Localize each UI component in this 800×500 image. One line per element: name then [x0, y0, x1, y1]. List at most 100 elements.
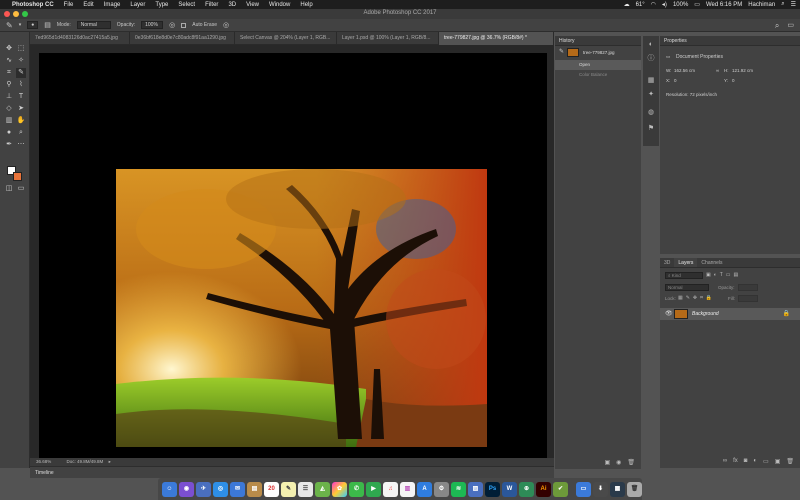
swatches-icon[interactable]: ▦: [646, 76, 656, 86]
layer-filter-icons[interactable]: ▣◐T▭▤: [706, 272, 741, 278]
menu-3d[interactable]: 3D: [228, 2, 236, 8]
preview-icon[interactable]: ▨: [468, 481, 483, 497]
notes-icon[interactable]: ✎: [281, 481, 296, 497]
wifi-icon[interactable]: ◠: [651, 1, 656, 8]
height-value[interactable]: 121.92 cm: [732, 68, 753, 73]
timeline-tab[interactable]: Timeline: [35, 470, 54, 476]
styles-icon[interactable]: ✦: [646, 90, 656, 100]
tab-doc-3[interactable]: Select Canvas @ 204% (Layer 1, RGB...: [235, 32, 337, 45]
3d-icon[interactable]: ◍: [646, 108, 656, 118]
chevron-right-icon[interactable]: ▸: [109, 459, 111, 464]
pressure-opacity-icon[interactable]: ◎: [169, 21, 175, 29]
new-document-from-state-icon[interactable]: ▣: [604, 459, 610, 466]
magic-wand-tool-icon[interactable]: ✧: [16, 56, 26, 66]
menu-edit[interactable]: Edit: [83, 2, 93, 8]
weather-icon[interactable]: ☁: [624, 1, 630, 8]
siri-icon[interactable]: ◉: [179, 481, 194, 497]
tab-channels[interactable]: Channels: [697, 258, 726, 267]
lasso-tool-icon[interactable]: ∿: [4, 56, 14, 66]
volume-icon[interactable]: ◂): [662, 1, 667, 8]
tab-3d[interactable]: 3D: [660, 258, 674, 267]
battery-percent[interactable]: 100%: [673, 2, 688, 8]
illustrator-icon[interactable]: Ai: [536, 481, 551, 497]
reminders-icon[interactable]: ☰: [298, 481, 313, 497]
downloads-icon[interactable]: ⬇: [593, 481, 608, 497]
menu-view[interactable]: View: [246, 2, 259, 8]
notification-icon[interactable]: ☰: [791, 1, 796, 8]
system-preferences-icon[interactable]: ⚙: [434, 481, 449, 497]
calendar-icon[interactable]: 20: [264, 481, 279, 497]
word-icon[interactable]: W: [502, 481, 517, 497]
crop-tool-icon[interactable]: ⌗: [4, 68, 14, 78]
eyedropper-tool-icon[interactable]: ⚲: [4, 80, 14, 90]
contacts-icon[interactable]: ▤: [247, 481, 262, 497]
facetime-icon[interactable]: ▶: [366, 481, 381, 497]
adjustments-icon[interactable]: ◐: [646, 40, 656, 50]
y-value[interactable]: 0: [732, 78, 735, 83]
pen-tool-icon[interactable]: ✒: [4, 140, 14, 150]
spotlight-icon[interactable]: ⌕: [781, 1, 784, 8]
move-tool-icon[interactable]: ✥: [4, 44, 14, 54]
link-icon[interactable]: ∞: [716, 68, 719, 73]
blend-mode-select[interactable]: Normal: [665, 284, 709, 291]
layer-fill-input[interactable]: [738, 295, 758, 302]
marquee-tool-icon[interactable]: ⬚: [16, 44, 26, 54]
messages-icon[interactable]: ✆: [349, 481, 364, 497]
user-name[interactable]: Hachiman: [748, 2, 775, 8]
visibility-eye-icon[interactable]: 👁: [665, 310, 673, 317]
x-value[interactable]: 0: [674, 78, 677, 83]
info-icon[interactable]: ⓘ: [646, 54, 656, 64]
type-tool-icon[interactable]: T: [16, 92, 26, 102]
history-snapshot[interactable]: ✎ tree-779827.jpg: [555, 46, 641, 60]
new-group-icon[interactable]: ▭: [763, 458, 769, 465]
pressure-size-icon[interactable]: ◎: [223, 21, 229, 29]
eraser-tool-icon[interactable]: ◇: [4, 104, 14, 114]
history-brush-icon[interactable]: ✎: [559, 48, 564, 55]
tab-layers[interactable]: Layers: [674, 258, 698, 267]
dodge-tool-icon[interactable]: ●: [4, 128, 14, 138]
quick-mask-icon[interactable]: ◫: [4, 184, 14, 194]
screen-mode-icon[interactable]: ▭: [16, 184, 26, 194]
temperature[interactable]: 61°: [636, 2, 645, 8]
path-select-tool-icon[interactable]: ➤: [16, 104, 26, 114]
mail-icon[interactable]: ✉: [230, 481, 245, 497]
history-title[interactable]: History: [555, 36, 641, 46]
menu-type[interactable]: Type: [155, 2, 168, 8]
adjustment-layer-icon[interactable]: ◐: [753, 458, 757, 465]
menu-app[interactable]: Photoshop CC: [12, 2, 54, 8]
brush-size-picker[interactable]: ●: [27, 21, 39, 29]
safari-icon[interactable]: ◎: [213, 481, 228, 497]
battery-icon[interactable]: ▭: [694, 1, 700, 8]
photos-icon[interactable]: ✿: [332, 481, 347, 497]
add-mask-icon[interactable]: ◙: [744, 458, 748, 465]
pencil-tool-preset-icon[interactable]: ✎: [6, 21, 13, 30]
fx-icon[interactable]: fx: [733, 458, 738, 465]
new-layer-icon[interactable]: ▣: [775, 458, 781, 465]
tab-doc-2[interactable]: 0e36bf618e8d0e7c80adc8f91aa1290.jpg: [130, 32, 235, 45]
lock-icons[interactable]: ▦✎✥⌗🔒: [678, 295, 715, 301]
gradient-tool-icon[interactable]: ▥: [4, 116, 14, 126]
auto-erase-checkbox[interactable]: [181, 22, 187, 28]
menu-image[interactable]: Image: [104, 2, 121, 8]
workspace-icon[interactable]: ▭: [787, 21, 794, 31]
photoshop-icon[interactable]: Ps: [485, 481, 500, 497]
link-layers-icon[interactable]: ∞: [723, 458, 727, 465]
brush-tool-icon[interactable]: ⌇: [16, 80, 26, 90]
pencil-tool-icon[interactable]: ✎: [16, 68, 26, 78]
canvas-area[interactable]: [30, 45, 554, 458]
properties-title[interactable]: Properties: [660, 36, 800, 46]
app-icon-green[interactable]: ✔: [553, 481, 568, 497]
spotify-icon[interactable]: ≋: [451, 481, 466, 497]
edit-toolbar-icon[interactable]: ⋯: [16, 140, 26, 150]
clock[interactable]: Wed 6:16 PM: [706, 2, 742, 8]
actions-icon[interactable]: ⚑: [646, 124, 656, 134]
opacity-input[interactable]: 100%: [141, 21, 164, 29]
desktop-thumbnail-icon[interactable]: ▦: [610, 481, 625, 497]
ibooks-icon[interactable]: ▥: [400, 481, 415, 497]
menu-select[interactable]: Select: [178, 2, 195, 8]
history-item-open[interactable]: Open: [555, 60, 641, 70]
menu-filter[interactable]: Filter: [205, 2, 218, 8]
mode-select[interactable]: Normal: [76, 21, 111, 29]
trash-icon[interactable]: 🗑: [786, 458, 794, 465]
trash-bin-icon[interactable]: 🗑: [627, 481, 642, 497]
